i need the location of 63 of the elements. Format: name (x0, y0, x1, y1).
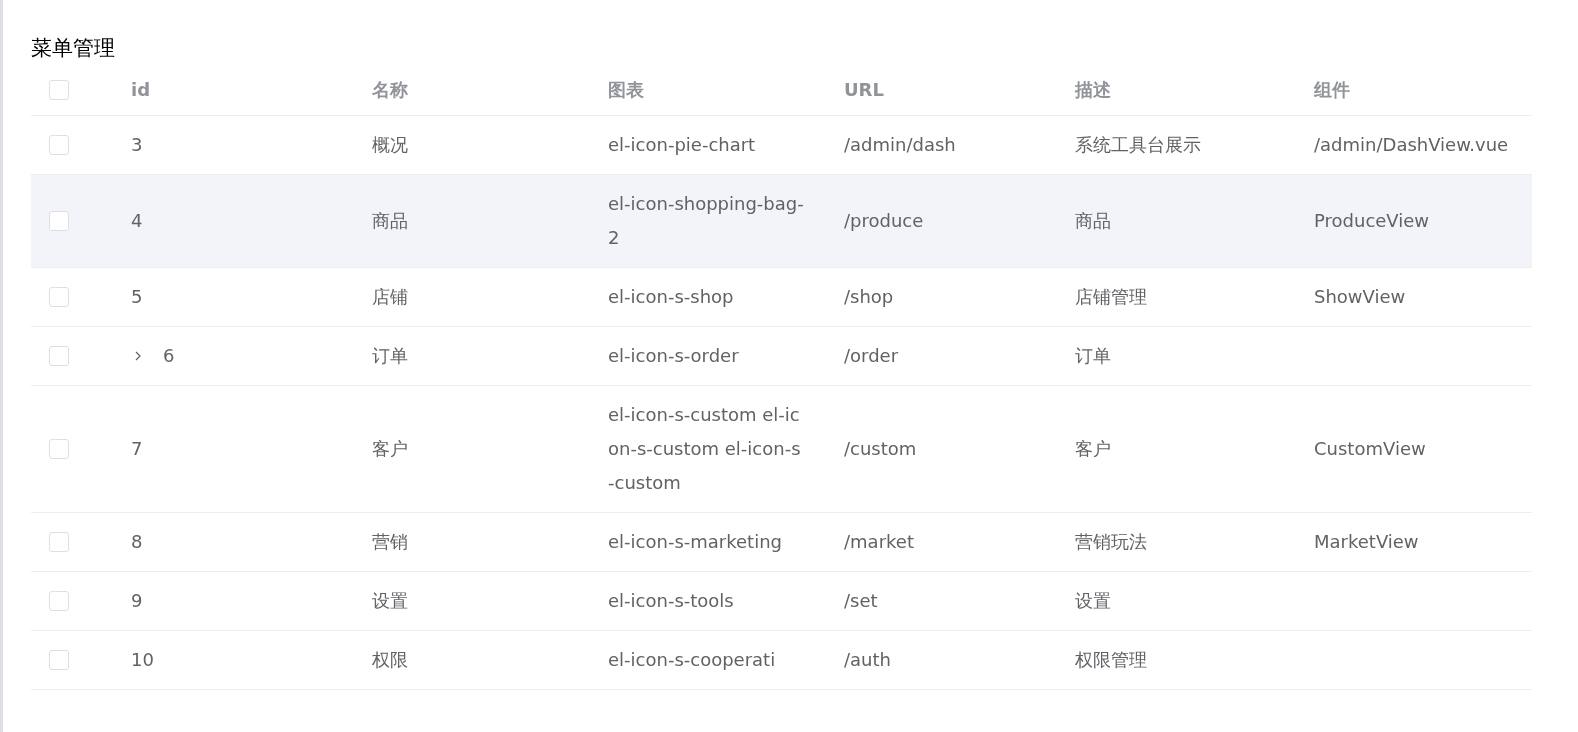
table-cell-text: /order (844, 344, 899, 368)
table-cell-text: /custom (844, 437, 917, 461)
table-cell-text: 9 (131, 589, 143, 613)
table-cell-text: 7 (131, 437, 143, 461)
checkbox[interactable] (49, 211, 69, 231)
table-cell-text: /market (844, 530, 914, 554)
table-cell-text: 概况 (372, 133, 408, 157)
table-cell-text: 店铺 (372, 285, 408, 309)
checkbox[interactable] (49, 439, 69, 459)
table-cell-text: /auth (844, 648, 891, 672)
column-header: id (131, 78, 151, 100)
table-cell-text: 权限管理 (1075, 648, 1147, 672)
table-cell-text: /admin/dash (844, 133, 956, 157)
table-cell-text: 系统工具台展示 (1075, 133, 1201, 157)
column-header: URL (844, 78, 884, 100)
table-cell-text: 设置 (1075, 589, 1111, 613)
table-cell-text: el-icon-s-shop (608, 285, 734, 309)
table-cell-text: 商品 (372, 209, 408, 233)
table-cell-text: 3 (131, 133, 143, 157)
checkbox[interactable] (49, 79, 69, 100)
table-cell-text: el-icon-s-order (608, 344, 739, 368)
table-row[interactable]: 4 商品 el-icon-shopping-bag-2 /produce 商品 ProduceView (31, 175, 1532, 268)
table-cell-text: 设置 (372, 589, 408, 613)
table-cell-text: el-icon-s-cooperati (608, 648, 776, 672)
table-cell-text: /set (844, 589, 878, 613)
table-cell-text: 订单 (1075, 344, 1111, 368)
checkbox[interactable] (49, 591, 69, 611)
table-cell-text: 订单 (372, 344, 408, 368)
table-cell-text: /admin/DashView.vue (1314, 133, 1509, 157)
table-cell-text: el-icon-s-marketing (608, 530, 782, 554)
table-cell-text: 权限 (372, 648, 408, 672)
table-cell-text: /shop (844, 285, 894, 309)
checkbox[interactable] (49, 287, 69, 307)
table-cell-text: ShowView (1314, 285, 1406, 309)
table-cell-text: 营销玩法 (1075, 530, 1147, 554)
table-cell-text: ProduceView (1314, 209, 1430, 233)
checkbox[interactable] (49, 135, 69, 155)
table-cell-text: el-icon-s-custom el-icon-s-custom el-icon-s-custom (608, 403, 802, 495)
table-cell-text: 10 (131, 648, 154, 672)
table-cell-text: 客户 (1075, 437, 1111, 461)
table-cell-text: 4 (131, 209, 143, 233)
table-cell-text: 5 (131, 285, 143, 309)
table-cell-text: el-icon-pie-chart (608, 133, 756, 157)
table-cell-text: el-icon-shopping-bag-2 (608, 192, 805, 250)
table-cell-text: 商品 (1075, 209, 1111, 233)
checkbox[interactable] (49, 532, 69, 552)
column-header: 描述 (1075, 78, 1111, 100)
checkbox[interactable] (49, 346, 69, 366)
table-cell-text: CustomView (1314, 437, 1426, 461)
table-cell-text: el-icon-s-tools (608, 589, 734, 613)
table-cell-text: 店铺管理 (1075, 285, 1147, 309)
expand-icon[interactable] (133, 350, 143, 362)
table-cell-text: 客户 (372, 437, 408, 461)
table-cell-text: /produce (844, 209, 924, 233)
table-cell-text: MarketView (1314, 530, 1419, 554)
page-title: 菜单管理 (31, 35, 115, 61)
table-cell-text: 营销 (372, 530, 408, 554)
column-header: 图表 (608, 78, 644, 100)
checkbox[interactable] (49, 650, 69, 670)
column-header: 组件 (1314, 78, 1350, 100)
column-header: 名称 (372, 78, 408, 100)
table-cell-text: 6 (163, 344, 175, 368)
table-cell-text: 8 (131, 530, 143, 554)
